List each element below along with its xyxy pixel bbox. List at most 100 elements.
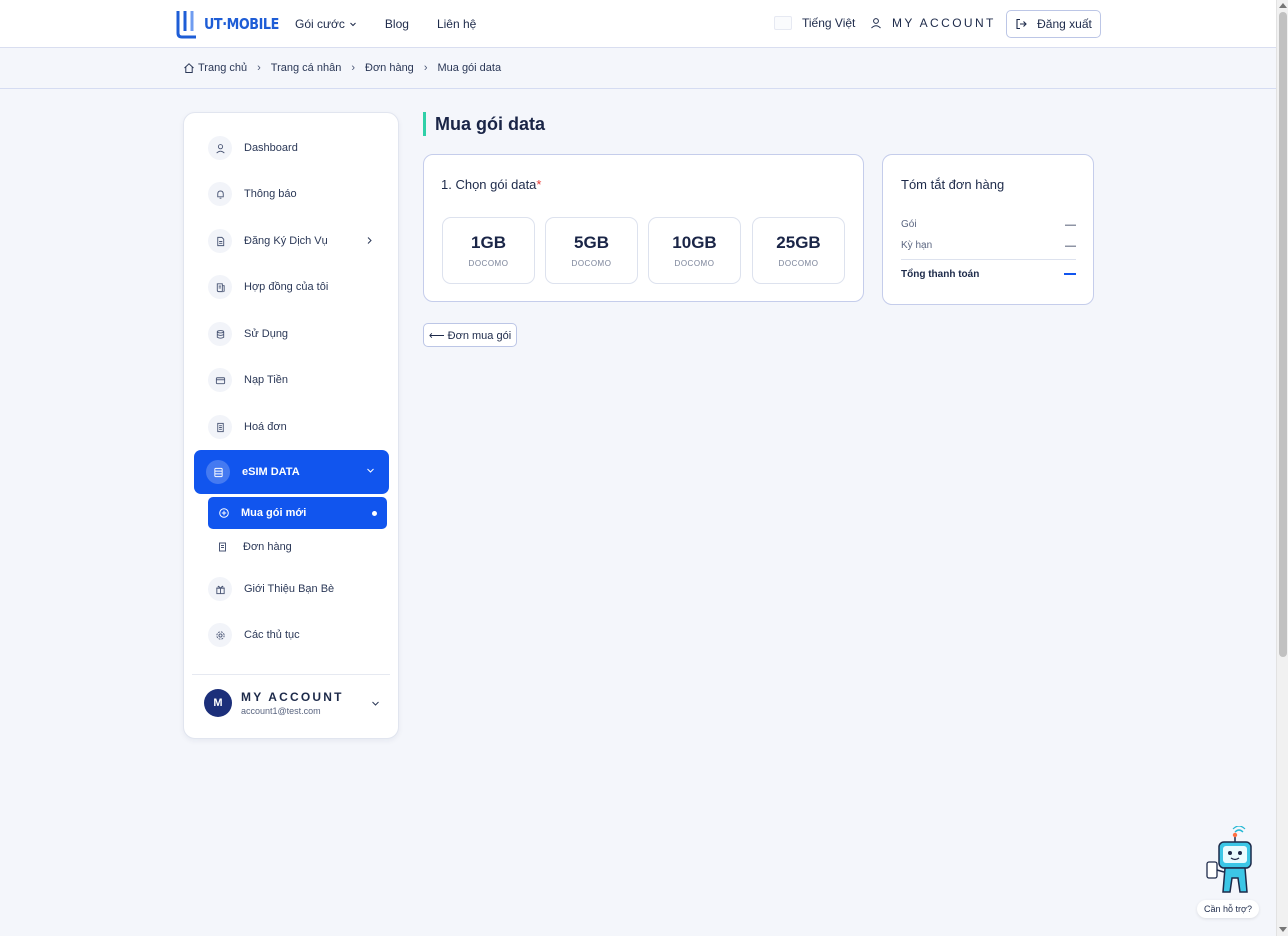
chevron-right-icon xyxy=(367,237,372,244)
sidebar-account[interactable]: M MY ACCOUNT account1@test.com xyxy=(204,689,382,717)
sidebar-item-label: Sử Dụng xyxy=(244,328,289,340)
sidebar-subitem-orders[interactable]: Đơn hàng xyxy=(218,541,292,553)
back-to-orders-button[interactable]: ⟵ Đơn mua gói xyxy=(423,323,517,347)
logout-label: Đăng xuất xyxy=(1037,17,1092,31)
gear-icon xyxy=(208,623,232,647)
package-select-label: 1. Chọn gói data xyxy=(441,177,537,192)
sidebar-item-invoices[interactable]: Hoá đơn xyxy=(208,415,378,439)
package-size: 10GB xyxy=(672,233,717,252)
breadcrumb-separator: › xyxy=(351,62,355,74)
bell-icon xyxy=(208,182,232,206)
sidebar-item-label: Các thủ tục xyxy=(244,629,300,641)
active-dot xyxy=(372,511,377,516)
breadcrumb-home[interactable]: Trang chủ xyxy=(183,62,247,74)
sidebar-item-label: Thông báo xyxy=(244,188,297,200)
account-info: MY ACCOUNT account1@test.com xyxy=(241,690,344,716)
language-switcher[interactable]: Tiếng Việt xyxy=(774,16,855,30)
user-icon xyxy=(208,136,232,160)
breadcrumb-bar: Trang chủ › Trang cá nhân › Đơn hàng › M… xyxy=(0,49,1276,89)
chevron-down-icon xyxy=(367,468,374,473)
package-size: 25GB xyxy=(776,233,821,252)
chevron-down-icon xyxy=(350,22,356,27)
package-option-25gb[interactable]: 25GB DOCOMO xyxy=(752,217,845,284)
scroll-thumb[interactable] xyxy=(1279,12,1287,657)
breadcrumb-separator: › xyxy=(423,62,428,74)
sidebar-item-topup[interactable]: Nạp Tiền xyxy=(208,368,378,392)
breadcrumb-current: Mua gói data xyxy=(437,62,502,74)
invoice-icon xyxy=(219,542,226,552)
sidebar-item-services[interactable]: Đăng Ký Dịch Vụ xyxy=(208,229,378,253)
logo[interactable]: UT·MOBILE xyxy=(176,9,292,39)
package-operator: DOCOMO xyxy=(468,259,509,268)
top-header: UT·MOBILE Gói cước Blog Liên hệ Tiếng Vi… xyxy=(0,0,1276,48)
flag-icon xyxy=(774,16,792,30)
support-label[interactable]: Cần hỗ trợ? xyxy=(1197,900,1259,918)
sidebar-item-notifications[interactable]: Thông báo xyxy=(208,182,378,206)
summary-row-package: Gói — xyxy=(901,219,1076,231)
breadcrumb-orders[interactable]: Đơn hàng xyxy=(365,62,414,74)
summary-total-value xyxy=(1064,273,1076,275)
package-size: 5GB xyxy=(574,233,609,252)
logout-icon xyxy=(1016,18,1027,30)
nav-blog[interactable]: Blog xyxy=(385,17,409,31)
nav-goi-cuoc[interactable]: Gói cước xyxy=(295,17,357,31)
required-mark: * xyxy=(536,177,542,192)
sidebar-item-label: Giới Thiệu Bạn Bè xyxy=(244,583,335,595)
nav-lien-he-label: Liên hệ xyxy=(436,17,477,31)
logo-mark-icon xyxy=(176,11,196,39)
sidebar-subitem-label: Mua gói mới xyxy=(241,507,307,519)
avatar: M xyxy=(204,689,232,717)
user-icon xyxy=(871,18,881,29)
scroll-down-arrow[interactable] xyxy=(1279,927,1287,932)
package-operator: DOCOMO xyxy=(571,259,612,268)
sidebar-item-dashboard[interactable]: Dashboard xyxy=(208,136,378,160)
sidebar-item-label: Dashboard xyxy=(244,142,298,154)
page-scrollbar[interactable] xyxy=(1276,0,1288,936)
sidebar-item-referral[interactable]: Giới Thiệu Bạn Bè xyxy=(208,577,378,601)
database-icon xyxy=(208,322,232,346)
breadcrumb-home-label: Trang chủ xyxy=(198,62,248,74)
summary-row-label: Gói xyxy=(901,219,917,230)
breadcrumb-separator: › xyxy=(257,62,261,74)
sim-icon xyxy=(206,460,230,484)
breadcrumb: Trang chủ › Trang cá nhân › Đơn hàng › M… xyxy=(183,62,501,74)
breadcrumb-profile[interactable]: Trang cá nhân xyxy=(271,62,342,74)
sidebar-item-procedures[interactable]: Các thủ tục xyxy=(208,623,378,647)
package-size: 1GB xyxy=(471,233,506,252)
sidebar-subitem-buy-new[interactable]: Mua gói mới xyxy=(208,497,387,529)
account-link[interactable]: MY ACCOUNT xyxy=(870,16,996,30)
account-label: MY ACCOUNT xyxy=(892,16,996,30)
account-email: account1@test.com xyxy=(241,706,321,716)
nav-blog-label: Blog xyxy=(384,17,409,31)
home-icon xyxy=(184,63,194,73)
sidebar-item-contracts[interactable]: Hợp đồng của tôi xyxy=(208,275,378,299)
sidebar-divider xyxy=(192,674,390,675)
order-summary-title: Tóm tắt đơn hàng xyxy=(901,177,1005,192)
sidebar-item-esim-data[interactable]: eSIM DATA xyxy=(194,450,389,494)
invoice-icon xyxy=(208,415,232,439)
plus-circle-icon xyxy=(219,508,229,518)
logo-text: UT·MOBILE xyxy=(204,15,279,33)
sidebar-item-usage[interactable]: Sử Dụng xyxy=(208,322,378,346)
package-option-5gb[interactable]: 5GB DOCOMO xyxy=(545,217,638,284)
sidebar-subitem-label: Đơn hàng xyxy=(243,541,292,553)
package-option-10gb[interactable]: 10GB DOCOMO xyxy=(648,217,741,284)
scroll-up-arrow[interactable] xyxy=(1279,3,1287,8)
package-operator: DOCOMO xyxy=(778,259,819,268)
package-option-1gb[interactable]: 1GB DOCOMO xyxy=(442,217,535,284)
main-nav: Gói cước Blog Liên hệ xyxy=(295,17,476,31)
package-operator: DOCOMO xyxy=(674,259,715,268)
summary-total: Tổng thanh toán xyxy=(901,269,1076,280)
summary-row-value: — xyxy=(1065,219,1076,231)
page-title: Mua gói data xyxy=(423,112,545,136)
summary-divider xyxy=(901,259,1076,260)
chevron-down-icon xyxy=(372,701,379,706)
nav-goi-cuoc-label: Gói cước xyxy=(295,17,345,31)
package-select-card: 1. Chọn gói data* 1GB DOCOMO 5GB DOCOMO … xyxy=(423,154,864,302)
logout-button[interactable]: Đăng xuất xyxy=(1006,10,1101,38)
card-icon xyxy=(208,368,232,392)
nav-lien-he[interactable]: Liên hệ xyxy=(437,17,476,31)
sidebar: Dashboard Thông báo Đăng Ký Dịch Vụ Hợp … xyxy=(183,112,399,739)
summary-total-label: Tổng thanh toán xyxy=(901,269,980,280)
sidebar-item-label: eSIM DATA xyxy=(242,466,300,478)
